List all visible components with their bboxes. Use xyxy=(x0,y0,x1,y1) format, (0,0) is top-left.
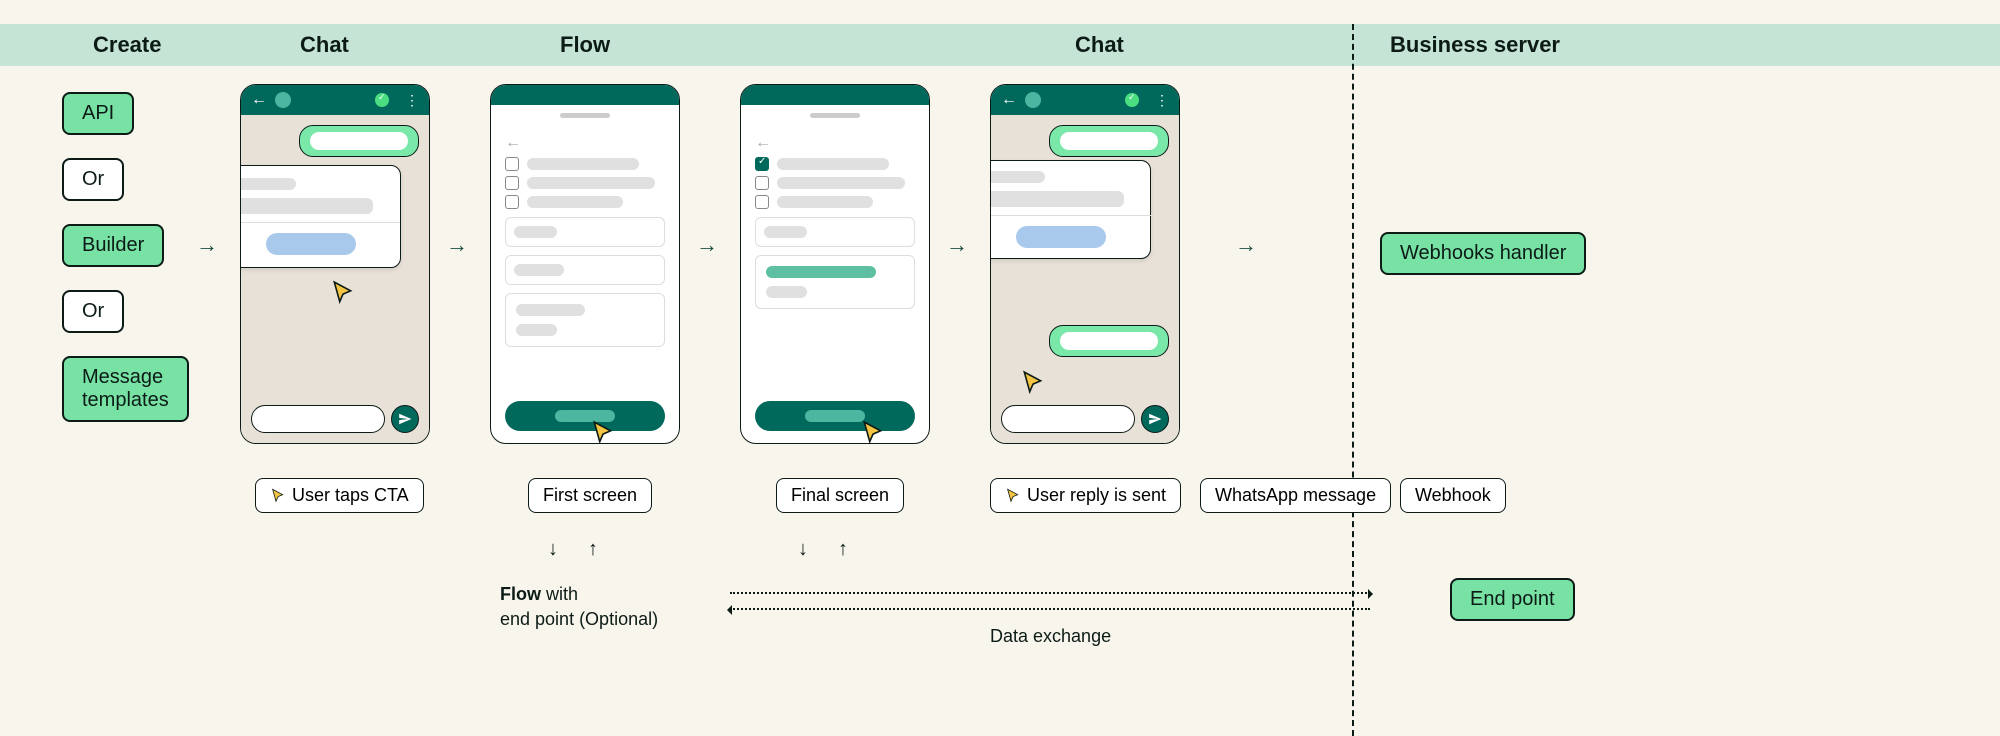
avatar-icon xyxy=(1025,92,1041,108)
pill-or-2: Or xyxy=(62,290,124,333)
arrow-up-icon: ↑ xyxy=(838,538,848,561)
flow-topbar xyxy=(741,85,929,105)
exchange-label: Data exchange xyxy=(990,626,1111,647)
pill-endpoint: End point xyxy=(1450,578,1575,621)
back-icon: ← xyxy=(1001,91,1017,109)
list-item[interactable] xyxy=(755,157,915,171)
checkbox-checked-icon[interactable] xyxy=(755,157,769,171)
arrow-down-icon: ↓ xyxy=(798,538,808,561)
phone-topbar: ← ⋮ xyxy=(991,85,1179,115)
pill-templates: Message templates xyxy=(62,356,189,422)
arrow-up-icon: ↑ xyxy=(588,538,598,561)
header-chat2: Chat xyxy=(1075,32,1124,58)
checkbox-icon[interactable] xyxy=(755,176,769,190)
drag-handle-icon xyxy=(560,113,610,118)
send-icon xyxy=(1148,412,1162,426)
checkbox-icon[interactable] xyxy=(755,195,769,209)
verified-icon xyxy=(375,93,389,107)
list-item[interactable] xyxy=(755,176,915,190)
arrow-right-icon: → xyxy=(196,232,218,258)
list-item[interactable] xyxy=(505,157,665,171)
cta-button[interactable] xyxy=(266,233,356,255)
arrow-right-icon: → xyxy=(1235,232,1257,258)
arrow-right-icon: → xyxy=(946,232,968,258)
exchange-arrow-left xyxy=(730,608,1370,610)
send-button[interactable] xyxy=(1141,405,1169,433)
flow-final-screen: ← xyxy=(740,84,930,444)
pill-api: API xyxy=(62,92,134,135)
summary-card xyxy=(755,255,915,309)
back-icon[interactable]: ← xyxy=(505,134,521,151)
list-item[interactable] xyxy=(505,176,665,190)
back-icon: ← xyxy=(251,91,267,109)
continue-button[interactable] xyxy=(505,401,665,431)
text-input[interactable] xyxy=(505,255,665,285)
phone-topbar: ← ⋮ xyxy=(241,85,429,115)
outgoing-bubble xyxy=(299,125,419,157)
pill-webhooks-handler: Webhooks handler xyxy=(1380,232,1586,275)
send-button[interactable] xyxy=(391,405,419,433)
header-flow: Flow xyxy=(560,32,610,58)
message-card xyxy=(990,160,1151,259)
verified-icon xyxy=(1125,93,1139,107)
back-icon[interactable]: ← xyxy=(755,134,771,151)
pill-builder: Builder xyxy=(62,224,164,267)
phone-chat-initial: ← ⋮ xyxy=(240,84,430,444)
send-icon xyxy=(398,412,412,426)
checkbox-icon[interactable] xyxy=(505,176,519,190)
cursor-icon xyxy=(1005,488,1021,504)
caption-first-screen: First screen xyxy=(528,478,652,513)
header-create: Create xyxy=(93,32,161,58)
flow-first-screen: ← xyxy=(490,84,680,444)
outgoing-reply-bubble xyxy=(1049,325,1169,357)
outgoing-bubble xyxy=(1049,125,1169,157)
text-input[interactable] xyxy=(505,217,665,247)
arrow-right-icon: → xyxy=(696,232,718,258)
header-chat1: Chat xyxy=(300,32,349,58)
arrow-down-icon: ↓ xyxy=(548,538,558,561)
message-input[interactable] xyxy=(251,405,385,433)
message-card xyxy=(240,165,401,268)
chat-background xyxy=(991,115,1179,443)
menu-icon: ⋮ xyxy=(1155,92,1169,109)
cursor-icon xyxy=(270,488,286,504)
section-divider xyxy=(1352,24,1354,736)
caption-final-screen: Final screen xyxy=(776,478,904,513)
cta-button xyxy=(1016,226,1106,248)
avatar-icon xyxy=(275,92,291,108)
list-item[interactable] xyxy=(755,195,915,209)
pill-or-1: Or xyxy=(62,158,124,201)
info-card xyxy=(505,293,665,347)
list-item[interactable] xyxy=(505,195,665,209)
chat-background xyxy=(241,115,429,443)
text-input[interactable] xyxy=(755,217,915,247)
arrow-right-icon: → xyxy=(446,232,468,258)
caption-webhook: Webhook xyxy=(1400,478,1506,513)
caption-user-reply: User reply is sent xyxy=(990,478,1181,513)
header-server: Business server xyxy=(1390,32,1560,58)
caption-wa-message: WhatsApp message xyxy=(1200,478,1391,513)
caption-user-taps: User taps CTA xyxy=(255,478,424,513)
checkbox-icon[interactable] xyxy=(505,157,519,171)
message-input[interactable] xyxy=(1001,405,1135,433)
flow-note: Flow with end point (Optional) xyxy=(500,582,658,632)
exchange-arrow-right xyxy=(730,592,1370,594)
phone-chat-reply: ← ⋮ xyxy=(990,84,1180,444)
menu-icon: ⋮ xyxy=(405,92,419,109)
drag-handle-icon xyxy=(810,113,860,118)
checkbox-icon[interactable] xyxy=(505,195,519,209)
submit-button[interactable] xyxy=(755,401,915,431)
flow-topbar xyxy=(491,85,679,105)
